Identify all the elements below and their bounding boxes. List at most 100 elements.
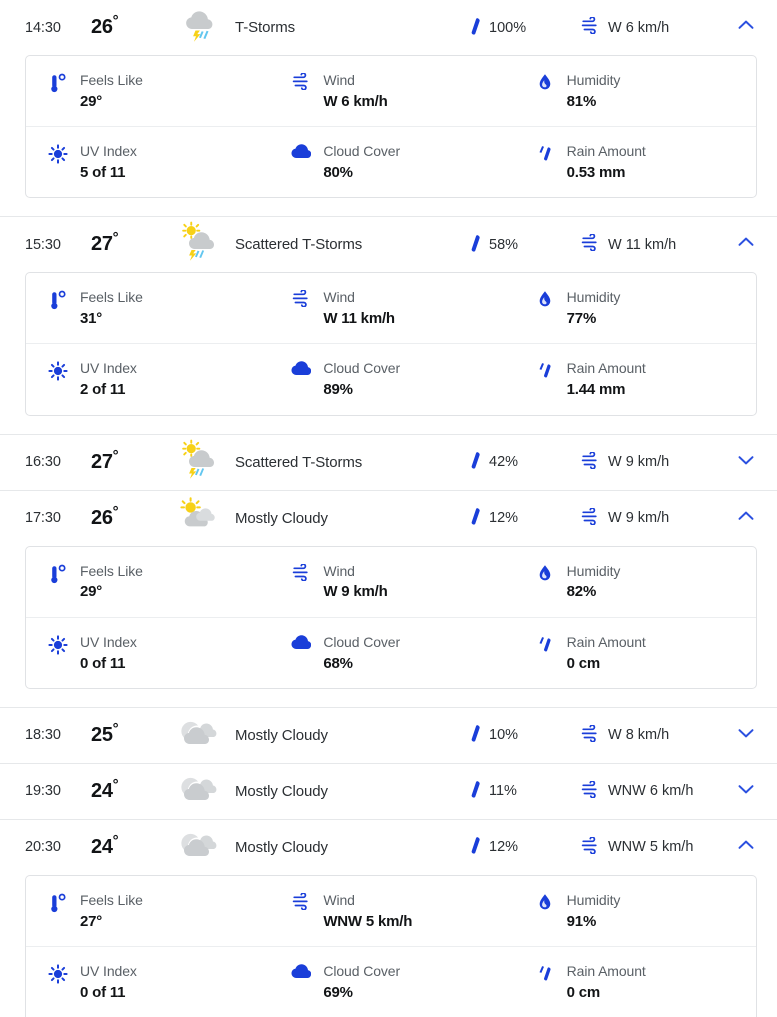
thermometer-icon bbox=[48, 288, 68, 310]
hour-wind: W 9 km/h bbox=[581, 450, 713, 473]
thermometer-icon bbox=[48, 891, 68, 913]
wind-icon bbox=[291, 562, 311, 581]
water-drop-icon bbox=[535, 71, 555, 93]
precipitation-value: 100% bbox=[489, 19, 527, 36]
hour-row[interactable]: 17:30 26° Mostly Cloudy 12% W 9 km/h bbox=[0, 491, 777, 546]
cloud-icon bbox=[291, 962, 312, 980]
detail-feels-like: Feels Like 29° bbox=[26, 547, 269, 617]
hour-precipitation: 12% bbox=[469, 836, 581, 858]
sun-thunderstorm-icon bbox=[176, 438, 220, 487]
hour-row[interactable]: 15:30 27° Scattered T-Storms 58% W 11 km… bbox=[0, 217, 777, 272]
wind-icon bbox=[581, 836, 600, 858]
hour-precipitation: 12% bbox=[469, 507, 581, 529]
hour-time: 16:30 bbox=[25, 454, 61, 471]
hour-toggle-button[interactable] bbox=[713, 834, 757, 861]
wind-icon bbox=[581, 233, 600, 255]
detail-uv-index: UV Index 0 of 11 bbox=[26, 945, 270, 1017]
water-drop-icon bbox=[535, 891, 555, 913]
hour-toggle-button[interactable] bbox=[713, 778, 757, 805]
detail-label: Cloud Cover bbox=[323, 143, 401, 160]
sun-uv-icon bbox=[48, 359, 68, 382]
wind-icon bbox=[291, 71, 311, 90]
hour-row[interactable]: 19:30 24° Mostly Cloudy 11% WNW 6 km/h bbox=[0, 764, 777, 819]
detail-label: Wind bbox=[323, 72, 355, 88]
temperature-value: 27 bbox=[91, 450, 113, 473]
precipitation-value: 10% bbox=[489, 727, 519, 744]
hour-toggle-button[interactable] bbox=[713, 505, 757, 532]
precipitation-value: 58% bbox=[489, 236, 519, 253]
hour-row[interactable]: 16:30 27° Scattered T-Storms 42% W 9 km/… bbox=[0, 435, 777, 490]
hour-toggle-button[interactable] bbox=[713, 722, 757, 749]
detail-label: Rain Amount bbox=[566, 962, 646, 979]
cloud-icon bbox=[291, 359, 312, 377]
hour-toggle-button[interactable] bbox=[713, 231, 757, 258]
raindrop-icon bbox=[469, 724, 482, 746]
degree-symbol: ° bbox=[112, 832, 119, 850]
hour-temperature: 25° bbox=[91, 721, 169, 747]
hour-row[interactable]: 20:30 24° Mostly Cloudy 12% WNW 5 km/h bbox=[0, 820, 777, 875]
degree-symbol: ° bbox=[112, 720, 119, 738]
hour-time: 14:30 bbox=[25, 19, 61, 36]
hour-weather-icon bbox=[169, 767, 227, 816]
detail-label: UV Index bbox=[80, 633, 137, 650]
detail-label: Wind bbox=[323, 891, 355, 908]
hour-block: 18:30 25° Mostly Cloudy 10% W 8 km/h bbox=[0, 708, 777, 764]
hour-toggle-button[interactable] bbox=[713, 449, 757, 476]
detail-label: Feels Like bbox=[80, 562, 143, 579]
detail-value: W 9 km/h bbox=[323, 583, 388, 601]
details-card: Feels Like 29° Wind W 9 km/h Humidity 82… bbox=[25, 545, 757, 689]
hour-condition: Mostly Cloudy bbox=[235, 838, 328, 856]
precipitation-value: 42% bbox=[489, 454, 519, 471]
hour-details-panel: Feels Like 31° Wind W 11 km/h Humidity 7… bbox=[0, 272, 777, 433]
hour-wind: W 9 km/h bbox=[581, 506, 713, 529]
detail-wind: Wind WNW 5 km/h bbox=[269, 876, 512, 946]
sun-uv-icon bbox=[48, 633, 68, 655]
sun-thunderstorm-icon bbox=[176, 220, 220, 269]
hour-weather-icon bbox=[169, 3, 227, 52]
moon-cloud-icon bbox=[176, 823, 220, 872]
chevron-down-icon bbox=[735, 722, 757, 749]
hour-block: 14:30 26° T-Storms 100% W 6 km/h Feels L… bbox=[0, 0, 777, 218]
hour-time: 18:30 bbox=[25, 727, 61, 744]
detail-rain-amount: Rain Amount 0 cm bbox=[512, 945, 756, 1017]
detail-label: Feels Like bbox=[80, 891, 143, 908]
details-card: Feels Like 31° Wind W 11 km/h Humidity 7… bbox=[25, 272, 757, 416]
hour-condition: T-Storms bbox=[235, 19, 296, 36]
raindrop-amount-icon bbox=[535, 359, 555, 381]
moon-cloud-icon bbox=[176, 711, 220, 760]
detail-wind: Wind W 6 km/h bbox=[269, 56, 512, 126]
water-drop-icon bbox=[535, 562, 555, 584]
hour-wind: WNW 5 km/h bbox=[581, 836, 713, 858]
cloud-icon bbox=[291, 142, 312, 160]
detail-value: 29° bbox=[80, 92, 103, 110]
hour-temperature: 24° bbox=[91, 833, 169, 859]
hour-row[interactable]: 14:30 26° T-Storms 100% W 6 km/h bbox=[0, 0, 777, 55]
hour-condition: Mostly Cloudy bbox=[235, 509, 328, 527]
wind-value: WNW 6 km/h bbox=[608, 783, 694, 800]
hour-toggle-button[interactable] bbox=[713, 14, 757, 41]
hourly-forecast-list: 14:30 26° T-Storms 100% W 6 km/h Feels L… bbox=[0, 0, 777, 1017]
raindrop-icon bbox=[469, 507, 482, 529]
detail-humidity: Humidity 77% bbox=[513, 273, 756, 343]
wind-icon bbox=[581, 506, 600, 529]
detail-humidity: Humidity 81% bbox=[513, 56, 756, 126]
hour-wind: W 8 km/h bbox=[581, 724, 713, 746]
hour-weather-icon bbox=[169, 494, 227, 543]
hour-row[interactable]: 18:30 25° Mostly Cloudy 10% W 8 km/h bbox=[0, 708, 777, 763]
detail-value: 82% bbox=[566, 583, 597, 601]
detail-label: Rain Amount bbox=[566, 360, 646, 377]
hour-block: 20:30 24° Mostly Cloudy 12% WNW 5 km/h F… bbox=[0, 820, 777, 1017]
detail-cloud-cover: Cloud Cover 89% bbox=[269, 343, 513, 414]
chevron-down-icon bbox=[735, 449, 757, 476]
details-grid: Feels Like 29° Wind W 6 km/h Humidity 81… bbox=[26, 56, 756, 197]
temperature-value: 27 bbox=[91, 233, 113, 256]
sun-cloud-icon bbox=[176, 494, 220, 543]
detail-value: 2 of 11 bbox=[80, 381, 126, 399]
hour-temperature: 27° bbox=[91, 231, 169, 256]
sun-uv-icon bbox=[48, 962, 68, 984]
hour-time: 17:30 bbox=[25, 510, 61, 527]
detail-cloud-cover: Cloud Cover 68% bbox=[269, 616, 513, 688]
wind-icon bbox=[581, 16, 600, 38]
wind-icon bbox=[581, 724, 600, 746]
wind-value: W 9 km/h bbox=[608, 510, 670, 527]
